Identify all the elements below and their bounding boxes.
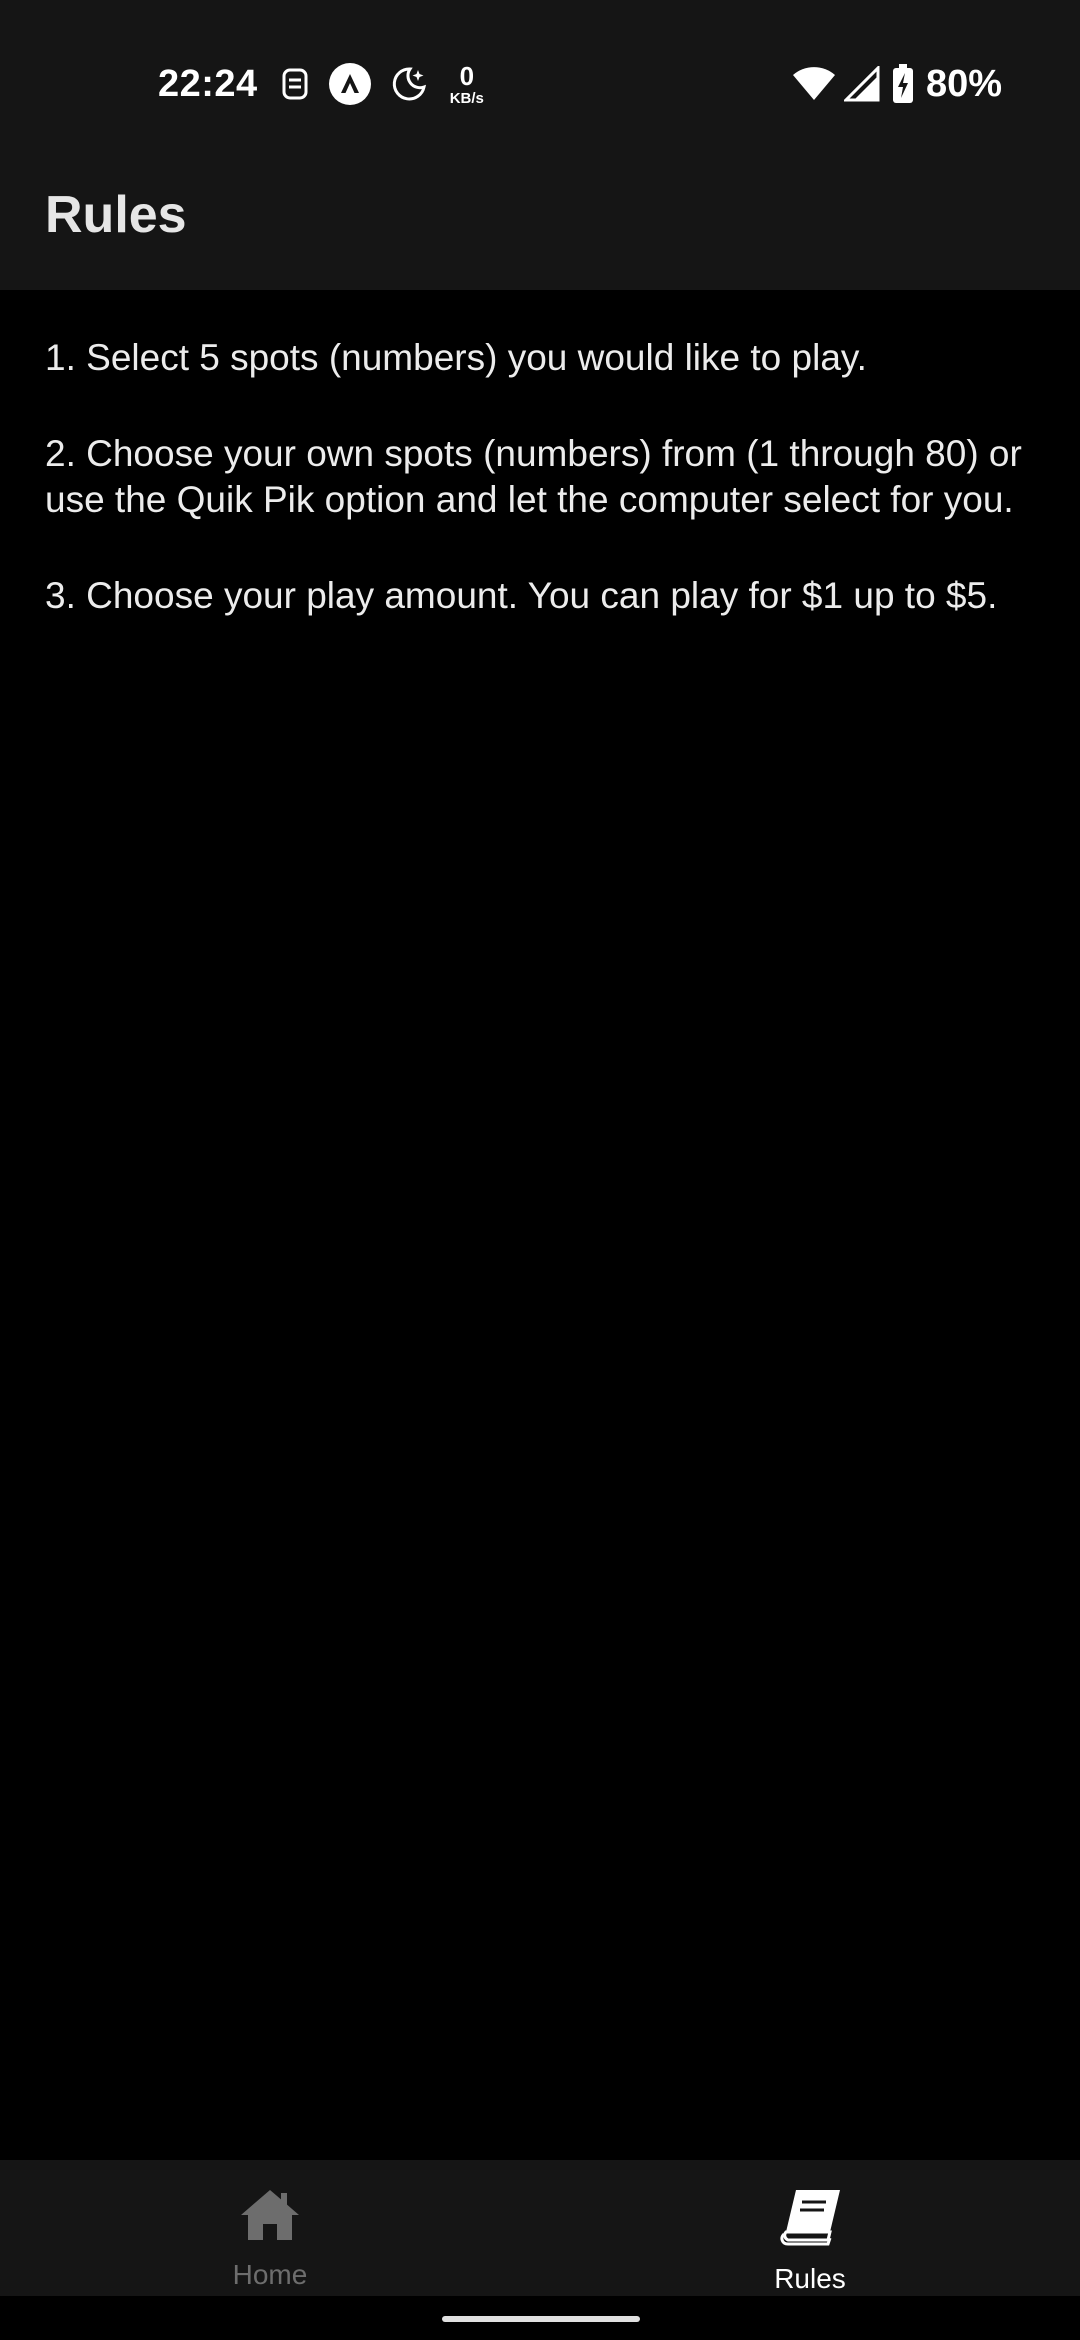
nav-label-rules: Rules [774,2263,846,2294]
network-speed-indicator: 0 KB/s [450,63,484,106]
rule-item: 1. Select 5 spots (numbers) you would li… [45,337,867,378]
battery-percentage: 80% [925,62,1002,105]
page-title: Rules [45,186,187,244]
status-time: 22:24 [158,62,258,105]
network-speed-unit: KB/s [449,89,484,107]
wifi-icon [792,66,836,102]
network-speed-value: 0 [459,60,475,91]
gesture-navigation-area [0,2296,1080,2340]
rules-content: 1. Select 5 spots (numbers) you would li… [45,335,1040,669]
rule-item: 2. Choose your own spots (numbers) from … [45,433,1022,520]
status-bar: 22:24 0 KB/s 80% [0,0,1080,160]
status-bar-left: 22:24 0 KB/s [158,54,484,114]
nav-label-home: Home [232,2259,308,2290]
cellular-signal-icon [843,66,880,102]
top-app-bar: Rules [0,160,1080,290]
bottom-navigation: Home Rules [0,2160,1080,2296]
book-icon [778,2188,842,2251]
do-not-disturb-icon [390,65,428,103]
nav-item-home[interactable]: Home [0,2160,540,2296]
status-bar-right: 80% [792,54,1002,114]
sim-icon [280,67,310,101]
battery-charging-icon [892,64,914,104]
gesture-handle[interactable] [442,2316,640,2322]
home-icon [239,2188,301,2247]
rule-item: 3. Choose your play amount. You can play… [45,575,998,616]
nav-item-rules[interactable]: Rules [540,2160,1080,2296]
app-notification-icon [328,62,372,106]
